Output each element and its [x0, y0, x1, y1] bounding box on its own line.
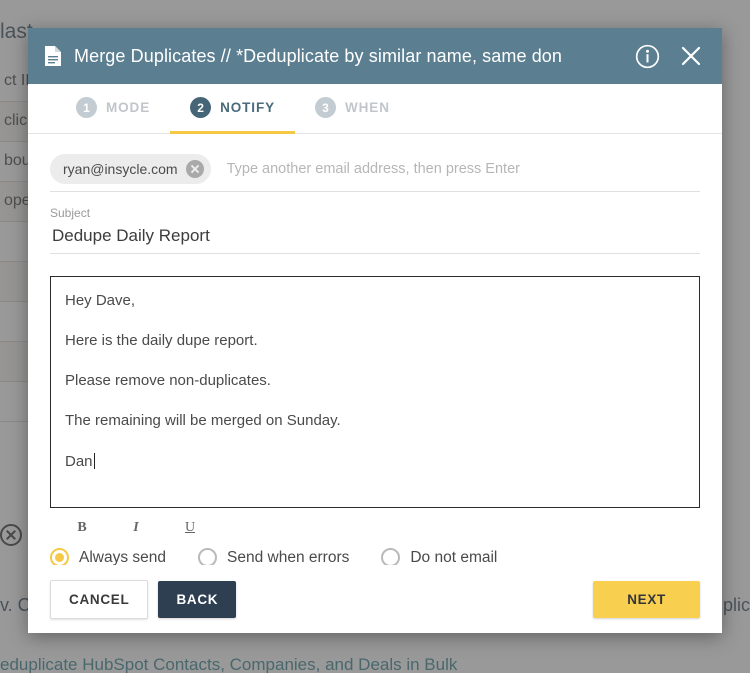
document-icon [45, 46, 61, 66]
radio-send-when-errors-dot [198, 548, 218, 565]
info-icon[interactable] [632, 41, 662, 71]
close-icon[interactable] [676, 41, 706, 71]
tab-when-number: 3 [315, 97, 337, 118]
format-toolbar: B I U [50, 508, 700, 538]
radio-do-not-email[interactable]: Do not email [381, 548, 497, 565]
modal-body: ryan@insycle.com Subject Hey Dave, Here … [28, 134, 722, 565]
tab-mode-label: MODE [106, 100, 151, 115]
email-input[interactable] [224, 159, 700, 178]
tab-when[interactable]: 3 WHEN [295, 84, 410, 134]
tab-notify-label: NOTIFY [220, 100, 276, 115]
email-body-line: The remaining will be merged on Sunday. [65, 412, 341, 429]
modal-title: Merge Duplicates // *Deduplicate by simi… [74, 45, 563, 66]
italic-button[interactable]: I [128, 520, 144, 536]
text-cursor [93, 453, 95, 469]
tab-when-label: WHEN [345, 100, 390, 115]
wizard-tabs: 1 MODE 2 NOTIFY 3 WHEN [28, 84, 722, 134]
radio-send-when-errors[interactable]: Send when errors [198, 548, 349, 565]
radio-send-when-errors-label: Send when errors [227, 548, 350, 566]
recipient-chip-label: ryan@insycle.com [63, 160, 178, 177]
back-button[interactable]: BACK [158, 580, 237, 618]
send-options-group: Always send Send when errors Do not emai… [50, 538, 700, 565]
bold-button[interactable]: B [74, 520, 90, 536]
underline-button[interactable]: U [182, 520, 198, 536]
subject-label: Subject [50, 206, 91, 220]
remove-recipient-icon[interactable] [185, 159, 204, 178]
recipient-chip[interactable]: ryan@insycle.com [50, 153, 211, 184]
email-body-line: Please remove non-duplicates. [65, 372, 271, 389]
subject-block: Subject [50, 206, 700, 254]
next-button[interactable]: NEXT [593, 580, 700, 618]
tab-notify-number: 2 [190, 97, 212, 118]
tab-mode-number: 1 [76, 97, 97, 118]
cancel-button[interactable]: CANCEL [50, 579, 149, 619]
email-body-line: Here is the daily dupe report. [65, 332, 258, 349]
tab-mode[interactable]: 1 MODE [56, 84, 170, 134]
modal-header: Merge Duplicates // *Deduplicate by simi… [28, 28, 722, 84]
radio-always-send-dot [50, 548, 69, 565]
email-body-line-text: Dan [65, 453, 93, 470]
radio-do-not-email-dot [381, 548, 401, 565]
recipients-row: ryan@insycle.com [50, 146, 700, 192]
email-body-line: Hey Dave, [65, 292, 136, 309]
radio-always-send-label: Always send [79, 548, 167, 566]
email-body-editor[interactable]: Hey Dave, Here is the daily dupe report.… [50, 276, 700, 508]
email-body-line-last: Dan [65, 453, 683, 469]
radio-do-not-email-label: Do not email [410, 548, 498, 566]
merge-duplicates-modal: Merge Duplicates // *Deduplicate by simi… [28, 28, 722, 633]
modal-footer: CANCEL BACK NEXT [28, 565, 722, 633]
tab-notify[interactable]: 2 NOTIFY [170, 84, 296, 134]
radio-always-send[interactable]: Always send [50, 548, 166, 565]
subject-input[interactable] [50, 225, 700, 247]
